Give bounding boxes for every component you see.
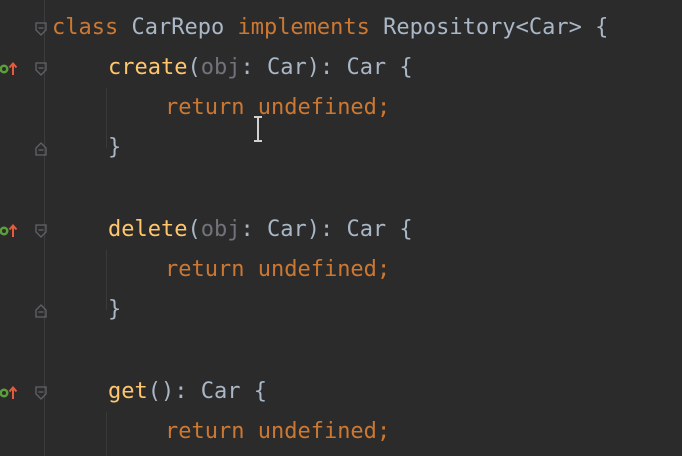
code-token: undefined [257,257,377,282]
code-token: ; [376,257,391,282]
text-cursor-icon [254,116,262,142]
code-token: : Car): Car { [240,217,413,242]
code-token: return [165,95,258,120]
code-line[interactable]: class CarRepo implements Repository<Car>… [52,8,608,48]
code-token: implements [237,15,384,40]
code-token: ( [187,55,201,80]
code-token: return [165,419,258,444]
code-line[interactable]: return undefined; [165,88,390,128]
code-token: create [108,55,188,80]
code-line[interactable]: get(): Car { [108,372,267,412]
code-token: undefined [257,419,377,444]
code-token: undefined [257,95,377,120]
code-token: ; [376,419,391,444]
code-token: CarRepo [131,15,238,40]
code-line[interactable]: } [108,290,121,330]
code-line[interactable]: create(obj: Car): Car { [108,48,413,88]
code-line[interactable]: return undefined; [165,412,390,452]
code-line[interactable]: delete(obj: Car): Car { [108,210,413,250]
code-token: ( [187,217,201,242]
code-token: (): Car { [147,379,267,404]
code-token: return [165,257,258,282]
code-line[interactable]: } [108,128,121,168]
code-area[interactable]: class CarRepo implements Repository<Car>… [0,0,682,456]
code-token: Repository<Car> { [383,15,609,40]
code-token: class [52,15,132,40]
code-token: } [108,135,122,160]
code-token: obj [200,217,241,242]
code-token: get [108,379,148,404]
code-token: : Car): Car { [240,55,413,80]
code-token: obj [200,55,241,80]
code-token: ; [376,95,391,120]
code-editor[interactable]: class CarRepo implements Repository<Car>… [0,0,682,456]
code-token: } [108,297,122,322]
code-token: delete [108,217,188,242]
code-line[interactable]: return undefined; [165,250,390,290]
